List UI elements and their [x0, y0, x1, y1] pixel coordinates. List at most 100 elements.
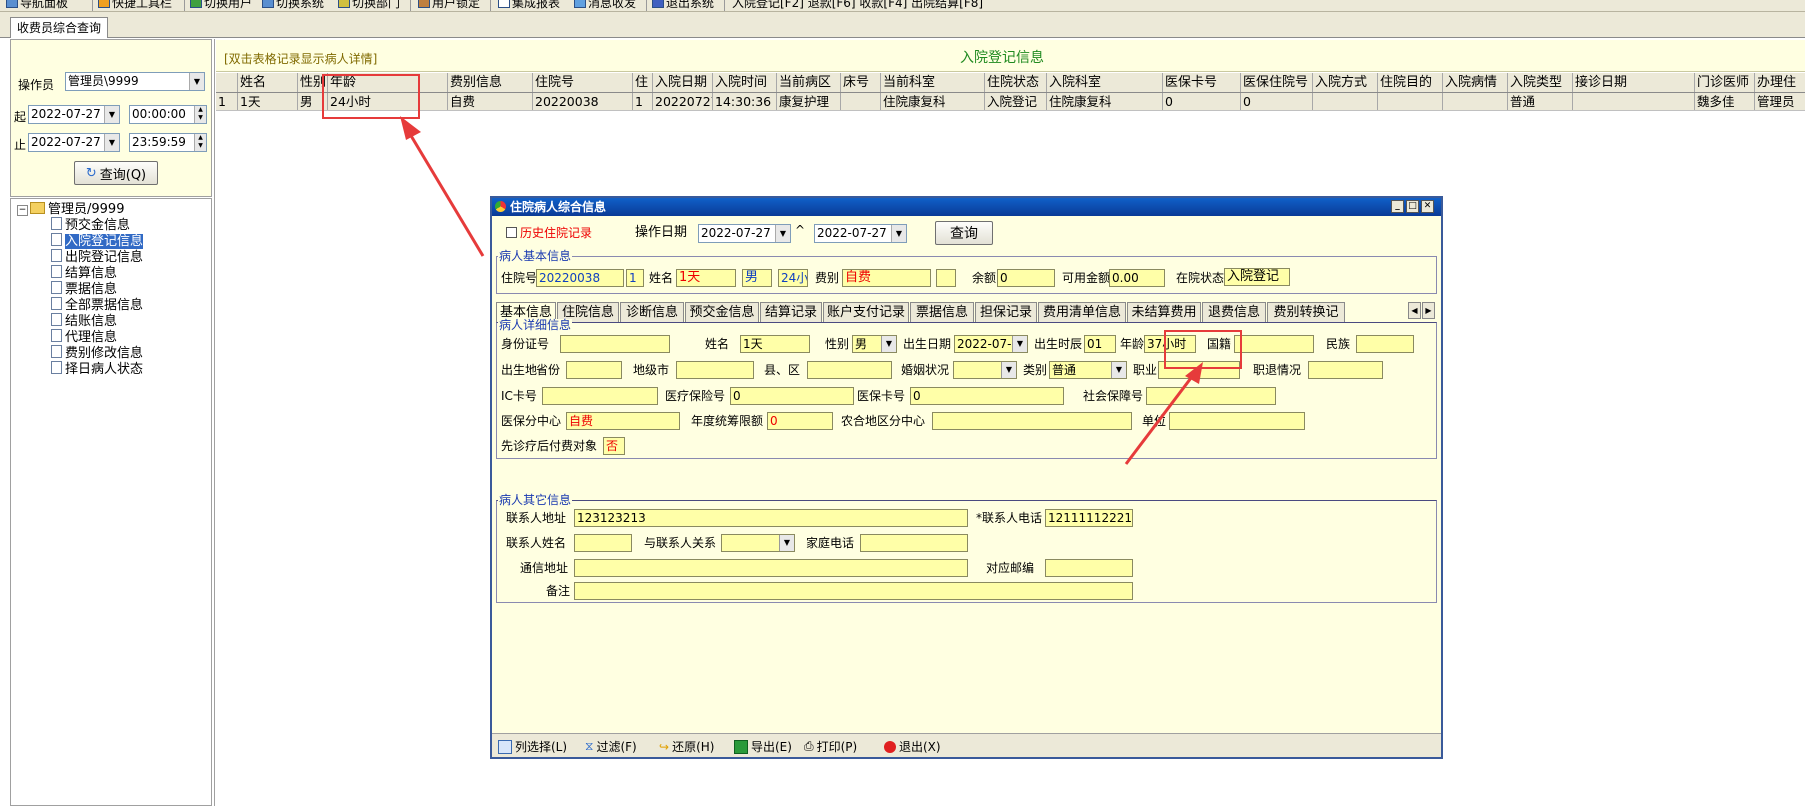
tree-item[interactable]: 预交金信息: [51, 217, 130, 233]
grid-header-cell[interactable]: 床号: [841, 73, 881, 92]
toolbar-switch-user[interactable]: 切换用户: [190, 0, 252, 10]
relation-select[interactable]: ▼: [721, 534, 795, 552]
tree-item[interactable]: 择日病人状态: [51, 361, 143, 377]
tab-11[interactable]: 费别转换记: [1267, 302, 1345, 322]
inpatient-no-field[interactable]: 20220038: [536, 269, 624, 287]
balance-field[interactable]: 0: [997, 269, 1055, 287]
operator-select[interactable]: 管理员\9999 ▼: [65, 72, 205, 91]
tab-8[interactable]: 费用清单信息: [1038, 302, 1126, 322]
end-time-input[interactable]: 23:59:59 ▲ ▼: [129, 133, 207, 152]
checkbox-icon[interactable]: [506, 227, 517, 238]
insurance-card-field[interactable]: 0: [910, 387, 1064, 405]
close-icon[interactable]: ✕: [1421, 200, 1434, 213]
op-date-to-picker[interactable]: 2022-07-27 ▼: [814, 224, 907, 243]
ethnic-field[interactable]: [1356, 335, 1414, 353]
grid-header-cell[interactable]: 性别: [298, 73, 328, 92]
zip-field[interactable]: [1045, 559, 1133, 577]
toolbar-nav-panel[interactable]: 导航面板: [6, 0, 68, 10]
maximize-icon[interactable]: □: [1406, 200, 1419, 213]
dialog-query-button[interactable]: 查询: [935, 221, 993, 245]
ic-field[interactable]: [542, 387, 658, 405]
county-field[interactable]: [807, 361, 892, 379]
contact-phone-field[interactable]: 12111112221: [1045, 509, 1133, 527]
left-query-button[interactable]: ↻ 查询(Q): [74, 161, 158, 185]
center-field[interactable]: 自费: [566, 412, 680, 430]
marital-select[interactable]: ▼: [953, 361, 1017, 379]
unit-field[interactable]: [1169, 412, 1305, 430]
tree-item[interactable]: 票据信息: [51, 281, 117, 297]
contact-address-field[interactable]: 123123213: [574, 509, 968, 527]
restore-button[interactable]: ↪ 还原(H): [659, 738, 714, 755]
grid-header-cell[interactable]: 住: [633, 73, 653, 92]
postpay-field[interactable]: 否: [603, 437, 625, 455]
op-date-from-picker[interactable]: 2022-07-27 ▼: [698, 224, 791, 243]
tab-2[interactable]: 诊断信息: [620, 302, 684, 322]
toolbar-report[interactable]: 集成报表: [498, 0, 560, 10]
grid-header-cell[interactable]: 费别信息: [448, 73, 533, 92]
toolbar-switch-system[interactable]: 切换系统: [262, 0, 324, 10]
contact-name-field[interactable]: [574, 534, 632, 552]
toolbar-exit[interactable]: 退出系统: [652, 0, 714, 10]
patient-name-field[interactable]: 1天: [676, 269, 736, 287]
rural-center-field[interactable]: [932, 412, 1132, 430]
minimize-icon[interactable]: _: [1391, 200, 1404, 213]
grid-header-cell[interactable]: 入院日期: [653, 73, 713, 92]
tree-item[interactable]: 代理信息: [51, 329, 117, 345]
grid-header-cell[interactable]: 办理住: [1755, 73, 1805, 92]
grid-header-cell[interactable]: 入院科室: [1047, 73, 1163, 92]
tab-4[interactable]: 结算记录: [760, 302, 822, 322]
tab-scroll-left-icon[interactable]: ◀: [1408, 302, 1421, 319]
birth-date-picker[interactable]: 2022-07-26 ▼: [954, 335, 1028, 353]
start-date-picker[interactable]: 2022-07-27 ▼: [28, 105, 120, 124]
grid-header-cell[interactable]: [216, 73, 238, 92]
print-button[interactable]: ⎙ 打印(P): [804, 738, 857, 755]
grid-header-cell[interactable]: 住院号: [533, 73, 633, 92]
collapse-icon[interactable]: −: [17, 205, 28, 216]
grid-header-cell[interactable]: 年龄: [328, 73, 448, 92]
tree-item[interactable]: 出院登记信息: [51, 249, 143, 265]
detail-age-field[interactable]: 37小时: [1144, 335, 1196, 353]
category-select[interactable]: 普通 ▼: [1049, 361, 1127, 379]
detail-gender-select[interactable]: 男 ▼: [852, 335, 897, 353]
grid-header-cell[interactable]: 住院目的: [1378, 73, 1443, 92]
grid-header-cell[interactable]: 接诊日期: [1573, 73, 1695, 92]
spinner-icon[interactable]: ▲ ▼: [194, 106, 206, 123]
grid-header-cell[interactable]: 医保住院号: [1241, 73, 1313, 92]
tab-7[interactable]: 担保记录: [975, 302, 1037, 322]
end-date-picker[interactable]: 2022-07-27 ▼: [28, 133, 120, 152]
start-time-input[interactable]: 00:00:00 ▲ ▼: [129, 105, 207, 124]
grid-header-cell[interactable]: 入院病情: [1443, 73, 1508, 92]
visit-count-field[interactable]: 1: [626, 269, 644, 287]
toolbar-user-lock[interactable]: 用户锁定: [418, 0, 480, 10]
id-field[interactable]: [560, 335, 670, 353]
tree-root[interactable]: − 管理员/9999: [17, 202, 124, 217]
grid-header-cell[interactable]: 入院时间: [713, 73, 777, 92]
spinner-icon[interactable]: ▲ ▼: [194, 134, 206, 151]
birth-hour-field[interactable]: 01: [1084, 335, 1116, 353]
age-field-basic[interactable]: 24小: [778, 269, 808, 287]
retire-field[interactable]: [1308, 361, 1383, 379]
detail-name-field[interactable]: 1天: [740, 335, 810, 353]
toolbar-shortcut-bar[interactable]: 快捷工具栏: [98, 0, 172, 10]
fee-extra-field[interactable]: [936, 269, 956, 287]
tab-10[interactable]: 退费信息: [1202, 302, 1266, 322]
nation-field[interactable]: [1234, 335, 1314, 353]
city-field[interactable]: [676, 361, 754, 379]
column-select-button[interactable]: 列选择(L): [498, 738, 567, 755]
exit-button[interactable]: 退出(X): [884, 738, 941, 755]
toolbar-message[interactable]: 消息收发: [574, 0, 636, 10]
tab-3[interactable]: 预交金信息: [685, 302, 759, 322]
export-button[interactable]: 导出(E): [734, 738, 792, 755]
home-phone-field[interactable]: [860, 534, 968, 552]
tab-cashier-query[interactable]: 收费员综合查询: [10, 17, 109, 38]
note-field[interactable]: [574, 582, 1133, 600]
grid-header-cell[interactable]: 当前科室: [881, 73, 985, 92]
gender-field[interactable]: 男: [742, 269, 772, 287]
grid-header-cell[interactable]: 当前病区: [777, 73, 841, 92]
social-field[interactable]: [1146, 387, 1276, 405]
tree-item[interactable]: 全部票据信息: [51, 297, 143, 313]
tab-5[interactable]: 账户支付记录: [823, 302, 909, 322]
tab-6[interactable]: 票据信息: [910, 302, 974, 322]
grid-header-cell[interactable]: 门诊医师: [1695, 73, 1755, 92]
fee-type-field[interactable]: 自费: [842, 269, 931, 287]
